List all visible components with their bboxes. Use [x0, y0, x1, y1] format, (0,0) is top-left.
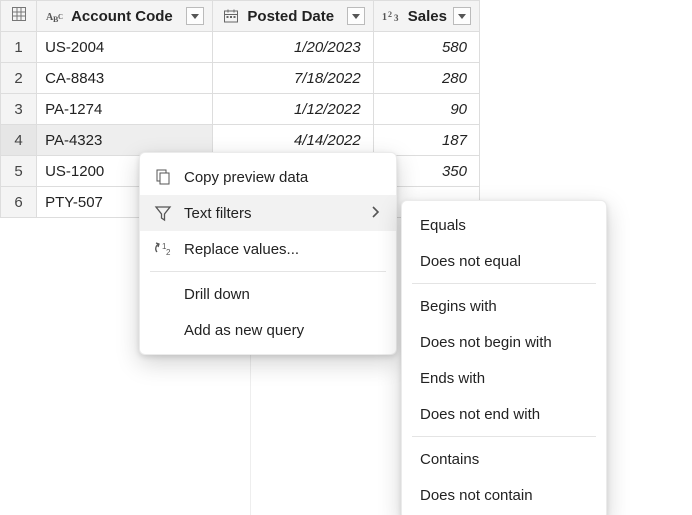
chevron-down-icon	[458, 14, 466, 19]
text-filters-submenu: Equals Does not equal Begins with Does n…	[401, 200, 607, 515]
context-menu: Copy preview data Text filters 1 2 Repla…	[139, 152, 397, 355]
column-label: Account Code	[71, 8, 180, 25]
filter-icon	[152, 204, 174, 222]
chevron-down-icon	[352, 14, 360, 19]
row-number[interactable]: 3	[1, 94, 37, 125]
cell-account[interactable]: US-2004	[37, 32, 213, 63]
filter-contains[interactable]: Contains	[402, 441, 606, 477]
cell-date[interactable]: 1/12/2022	[213, 94, 373, 125]
cell-sales[interactable]: 187	[373, 125, 479, 156]
menu-label: Text filters	[184, 205, 360, 222]
cell-sales[interactable]: 90	[373, 94, 479, 125]
text-type-icon: A B C	[45, 9, 65, 23]
cell-date[interactable]: 1/20/2023	[213, 32, 373, 63]
date-type-icon	[221, 8, 241, 24]
column-label: Sales	[408, 8, 447, 25]
filter-equals[interactable]: Equals	[402, 207, 606, 243]
table-row[interactable]: 1 US-2004 1/20/2023 580	[1, 32, 480, 63]
filter-ends-with[interactable]: Ends with	[402, 360, 606, 396]
cell-date[interactable]: 7/18/2022	[213, 63, 373, 94]
chevron-right-icon	[370, 205, 380, 222]
menu-separator	[150, 271, 386, 272]
filter-does-not-end-with[interactable]: Does not end with	[402, 396, 606, 432]
table-row[interactable]: 4 PA-4323 4/14/2022 187	[1, 125, 480, 156]
filter-does-not-equal[interactable]: Does not equal	[402, 243, 606, 279]
menu-label: Copy preview data	[184, 169, 380, 186]
select-all-corner[interactable]	[1, 1, 37, 32]
menu-label: Replace values...	[184, 241, 380, 258]
table-icon	[11, 6, 27, 22]
svg-text:2: 2	[166, 248, 171, 257]
cell-sales[interactable]: 280	[373, 63, 479, 94]
menu-separator	[412, 436, 596, 437]
svg-text:C: C	[58, 13, 63, 21]
cell-account[interactable]: CA-8843	[37, 63, 213, 94]
filter-does-not-begin-with[interactable]: Does not begin with	[402, 324, 606, 360]
row-number[interactable]: 4	[1, 125, 37, 156]
filter-does-not-contain[interactable]: Does not contain	[402, 477, 606, 513]
column-filter-button[interactable]	[453, 7, 471, 25]
table-row[interactable]: 2 CA-8843 7/18/2022 280	[1, 63, 480, 94]
row-number[interactable]: 6	[1, 187, 37, 218]
svg-text:3: 3	[394, 13, 399, 23]
cell-sales[interactable]: 580	[373, 32, 479, 63]
cell-account[interactable]: PA-1274	[37, 94, 213, 125]
menu-replace-values[interactable]: 1 2 Replace values...	[140, 231, 396, 267]
svg-text:1: 1	[382, 12, 387, 23]
copy-icon	[152, 168, 174, 186]
svg-text:2: 2	[388, 10, 392, 19]
menu-add-as-new-query[interactable]: Add as new query	[140, 312, 396, 348]
column-filter-button[interactable]	[186, 7, 204, 25]
menu-drill-down[interactable]: Drill down	[140, 276, 396, 312]
table-row[interactable]: 3 PA-1274 1/12/2022 90	[1, 94, 480, 125]
chevron-down-icon	[191, 14, 199, 19]
row-number[interactable]: 5	[1, 156, 37, 187]
row-number[interactable]: 1	[1, 32, 37, 63]
menu-copy-preview-data[interactable]: Copy preview data	[140, 159, 396, 195]
cell-date[interactable]: 4/14/2022	[213, 125, 373, 156]
column-header-account[interactable]: A B C Account Code	[37, 1, 213, 32]
cell-account[interactable]: PA-4323	[37, 125, 213, 156]
number-type-icon: 1 2 3	[382, 9, 402, 23]
replace-icon: 1 2	[152, 240, 174, 258]
column-header-sales[interactable]: 1 2 3 Sales	[373, 1, 479, 32]
column-label: Posted Date	[247, 8, 340, 25]
menu-label: Add as new query	[184, 322, 380, 339]
menu-separator	[412, 283, 596, 284]
column-header-date[interactable]: Posted Date	[213, 1, 373, 32]
filter-begins-with[interactable]: Begins with	[402, 288, 606, 324]
column-filter-button[interactable]	[347, 7, 365, 25]
menu-text-filters[interactable]: Text filters	[140, 195, 396, 231]
row-number[interactable]: 2	[1, 63, 37, 94]
menu-label: Drill down	[184, 286, 380, 303]
